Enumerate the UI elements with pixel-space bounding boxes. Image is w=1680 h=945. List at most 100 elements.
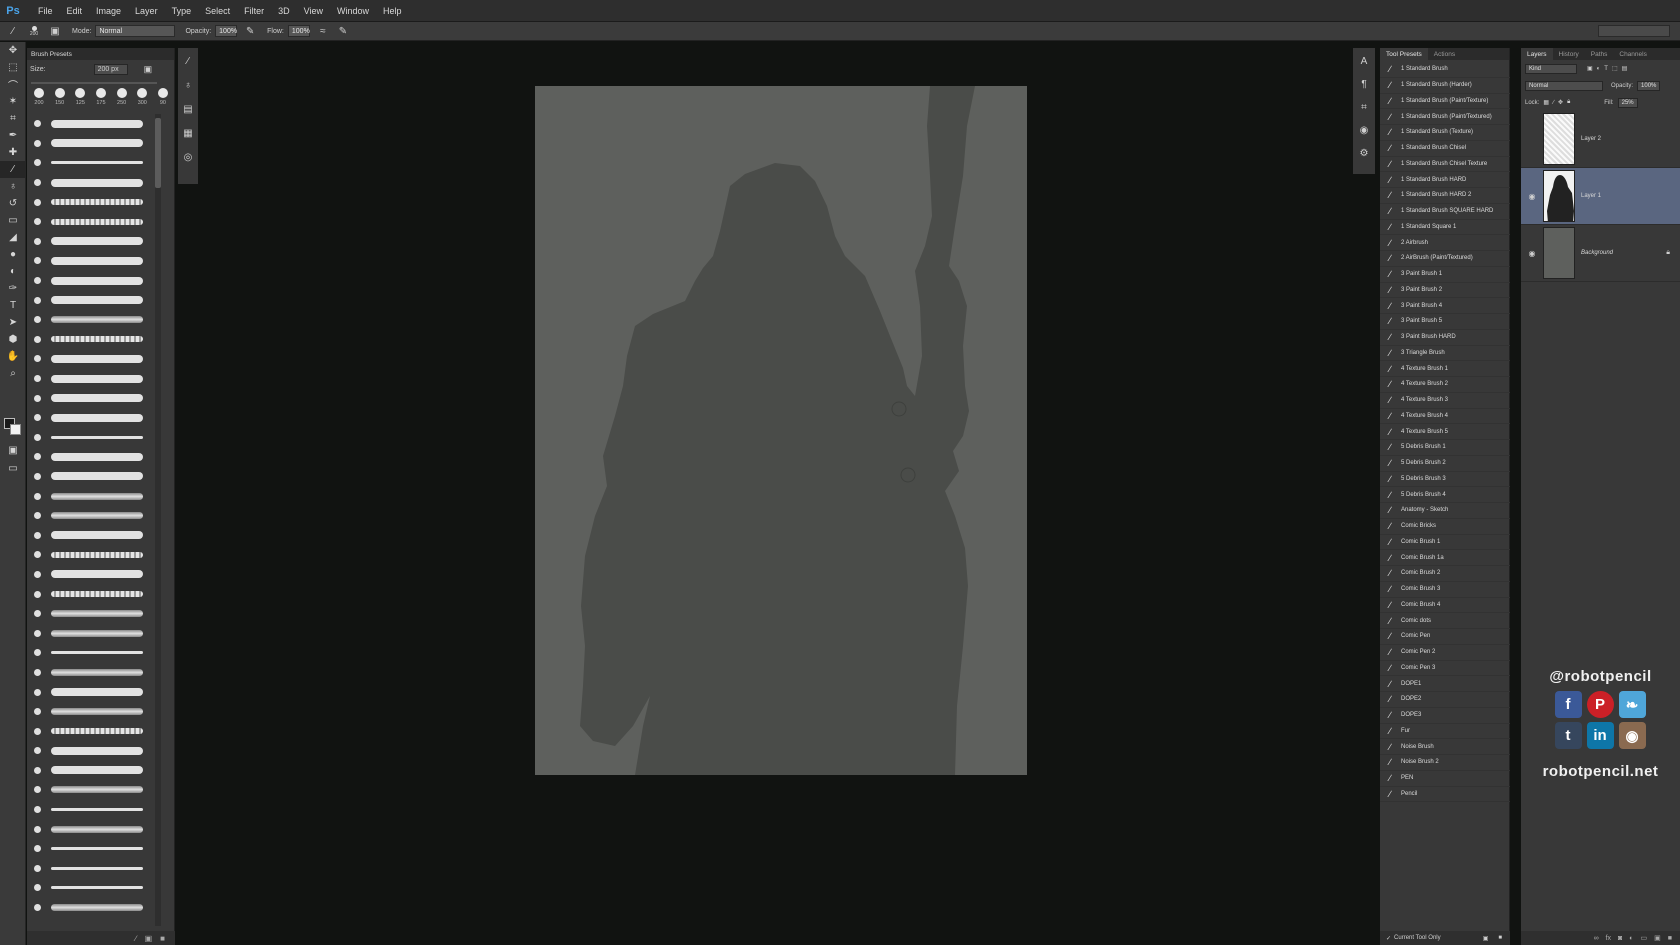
brush-preset-item[interactable] [27, 310, 167, 330]
menu-3d[interactable]: 3D [271, 6, 297, 16]
lock-all-icon[interactable]: 🔒︎ [1567, 99, 1570, 106]
tool-preset-item[interactable]: ∕ 1 Standard Brush (Harder) [1380, 78, 1510, 94]
paint-bucket-tool-icon[interactable]: ◢ [0, 229, 26, 246]
tool-preset-item[interactable]: ∕ 2 Airbrush [1380, 235, 1510, 251]
brush-preset-item[interactable] [27, 349, 167, 369]
new-preset-icon[interactable]: ▣ [145, 934, 153, 943]
scrollbar-thumb[interactable] [155, 118, 161, 188]
filter-adjustment-icon[interactable]: ◐ [1597, 66, 1601, 72]
mode-select[interactable]: Normal [95, 25, 176, 37]
checkbox-icon[interactable]: ✓ [1386, 935, 1391, 942]
character-panel-icon[interactable]: A [1357, 54, 1371, 68]
eraser-tool-icon[interactable]: ▭ [0, 212, 26, 229]
burn-tool-icon[interactable]: ◐ [0, 263, 26, 280]
layer-name[interactable]: Background [1581, 250, 1613, 256]
airbrush-icon[interactable]: ≈ [316, 25, 330, 37]
tool-preset-item[interactable]: ∕ 5 Debris Brush 3 [1380, 472, 1510, 488]
brush-tip[interactable]: 200 [31, 88, 47, 112]
marquee-tool-icon[interactable]: ⬚ [0, 59, 26, 76]
tool-preset-item[interactable]: ∕ 3 Paint Brush HARD [1380, 330, 1510, 346]
brush-size-slider[interactable] [31, 82, 157, 84]
brush-preset-item[interactable] [27, 506, 167, 526]
brush-preset-item[interactable] [27, 819, 167, 839]
adjustment-layer-icon[interactable]: ◐ [1629, 935, 1633, 942]
crop-tool-icon[interactable]: ⌗ [0, 110, 26, 127]
tool-preset-item[interactable]: ∕ 5 Debris Brush 1 [1380, 440, 1510, 456]
tool-preset-item[interactable]: ∕ Comic Brush 2 [1380, 566, 1510, 582]
lock-pixels-icon[interactable]: ∕ [1553, 100, 1554, 106]
brush-preset-item[interactable] [27, 330, 167, 350]
tool-preset-item[interactable]: ∕ 1 Standard Square 1 [1380, 220, 1510, 236]
brush-preset-item[interactable] [27, 408, 167, 428]
layer-kind-filter[interactable]: Kind [1525, 63, 1577, 74]
clone-stamp-tool-icon[interactable]: ♁ [0, 178, 26, 195]
path-selection-tool-icon[interactable]: ➤ [0, 314, 26, 331]
tool-preset-item[interactable]: ∕ 2 AirBrush (Paint/Textured) [1380, 251, 1510, 267]
tool-preset-item[interactable]: ∕ 4 Texture Brush 3 [1380, 393, 1510, 409]
brush-preset-item[interactable] [27, 525, 167, 545]
pressure-size-icon[interactable]: ✎ [336, 25, 350, 37]
menu-type[interactable]: Type [165, 6, 199, 16]
brush-list-scrollbar[interactable] [155, 114, 161, 926]
brush-preset-item[interactable] [27, 192, 167, 212]
brush-preset-item[interactable] [27, 271, 167, 291]
menu-select[interactable]: Select [198, 6, 237, 16]
tool-options-icon[interactable]: ⚙ [1357, 146, 1371, 160]
brush-preset-item[interactable] [27, 839, 167, 859]
color-swatches[interactable] [4, 418, 22, 436]
tool-preset-item[interactable]: ∕ DOPE2 [1380, 692, 1510, 708]
tool-preset-item[interactable]: ∕ 4 Texture Brush 5 [1380, 424, 1510, 440]
paragraph-panel-icon[interactable]: ¶ [1357, 77, 1371, 91]
brush-preset-item[interactable] [27, 290, 167, 310]
brush-panel-toggle-icon[interactable]: ▣ [48, 25, 62, 37]
tool-preset-item[interactable]: ∕ Comic Brush 3 [1380, 582, 1510, 598]
tool-preset-item[interactable]: ∕ 4 Texture Brush 2 [1380, 377, 1510, 393]
brush-preset-item[interactable] [27, 486, 167, 506]
navigator-icon[interactable]: ⌗ [1357, 100, 1371, 114]
brush-preset-item[interactable] [27, 134, 167, 154]
tool-preset-item[interactable]: ∕ 1 Standard Brush (Paint/Texture) [1380, 94, 1510, 110]
move-tool-icon[interactable]: ✥ [0, 42, 26, 59]
brush-preset-item[interactable] [27, 898, 167, 918]
layer-row-layer-2[interactable]: Layer 2 [1521, 111, 1680, 168]
tool-preset-item[interactable]: ∕ 3 Paint Brush 4 [1380, 298, 1510, 314]
menu-image[interactable]: Image [89, 6, 128, 16]
3d-panel-icon[interactable]: ◎ [181, 150, 195, 164]
brush-preset-item[interactable] [27, 878, 167, 898]
tool-preset-item[interactable]: ∕ 1 Standard Brush (Texture) [1380, 125, 1510, 141]
brush-preset-item[interactable] [27, 232, 167, 252]
adjustments-icon[interactable]: ▦ [181, 126, 195, 140]
delete-icon[interactable]: ■ [160, 934, 165, 943]
brush-preset-item[interactable] [27, 388, 167, 408]
brush-preset-item[interactable] [27, 584, 167, 604]
brush-tool-preset-icon[interactable]: ∕ [6, 25, 20, 37]
brush-preset-item[interactable] [27, 800, 167, 820]
tool-preset-item[interactable]: ∕ Comic Pen 2 [1380, 645, 1510, 661]
new-layer-icon[interactable]: ▣ [1654, 934, 1661, 942]
tool-preset-item[interactable]: ∕ Comic Bricks [1380, 519, 1510, 535]
tab-layers[interactable]: Layers [1521, 48, 1553, 60]
tool-preset-item[interactable]: ∕ 1 Standard Brush SQUARE HARD [1380, 204, 1510, 220]
workspace-select[interactable] [1598, 25, 1670, 37]
menu-window[interactable]: Window [330, 6, 376, 16]
brush-tip[interactable]: 250 [114, 88, 130, 112]
brush-presets-tab[interactable]: Brush Presets [27, 48, 174, 60]
quick-mask-icon[interactable]: ▣ [0, 442, 26, 459]
tool-preset-item[interactable]: ∕ 3 Paint Brush 2 [1380, 283, 1510, 299]
tool-preset-item[interactable]: ∕ 3 Paint Brush 1 [1380, 267, 1510, 283]
tool-preset-item[interactable]: ∕ 1 Standard Brush HARD [1380, 172, 1510, 188]
filter-pixel-icon[interactable]: ▣ [1587, 65, 1593, 72]
hand-tool-icon[interactable]: ✋ [0, 348, 26, 365]
tool-preset-item[interactable]: ∕ 5 Debris Brush 4 [1380, 487, 1510, 503]
brush-preset-item[interactable] [27, 447, 167, 467]
tool-preset-item[interactable]: ∕ Comic Pen 3 [1380, 661, 1510, 677]
brush-preset-item[interactable] [27, 251, 167, 271]
tab-history[interactable]: History [1553, 48, 1585, 60]
tool-preset-item[interactable]: ∕ 1 Standard Brush HARD 2 [1380, 188, 1510, 204]
tool-preset-item[interactable]: ∕ PEN [1380, 771, 1510, 787]
brush-preset-item[interactable] [27, 428, 167, 448]
fx-icon[interactable]: fx [1606, 935, 1611, 942]
brush-preset-item[interactable] [27, 780, 167, 800]
properties-icon[interactable]: ▤ [181, 102, 195, 116]
screen-mode-icon[interactable]: ▭ [0, 460, 26, 477]
